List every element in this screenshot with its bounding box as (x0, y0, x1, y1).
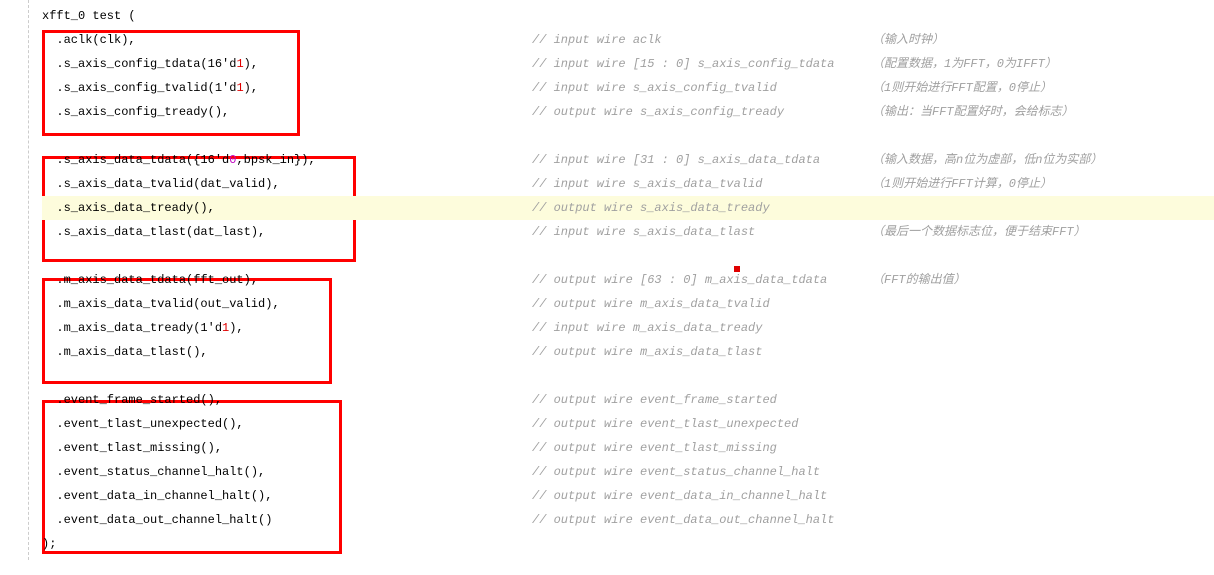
code-line: .event_frame_started(),// output wire ev… (42, 388, 1214, 412)
port-connection: .s_axis_config_tvalid(1'd1), (42, 76, 532, 100)
port-connection: .s_axis_data_tlast(dat_last), (42, 220, 532, 244)
code-line: .event_data_in_channel_halt(),// output … (42, 484, 1214, 508)
port-note: （配置数据，1为FFT，0为IFFT） (872, 57, 1057, 71)
port-comment: // output wire event_data_in_channel_hal… (532, 484, 872, 508)
port-connection: .s_axis_data_tvalid(dat_valid), (42, 172, 532, 196)
gutter (0, 0, 29, 560)
code-line: .event_tlast_unexpected(),// output wire… (42, 412, 1214, 436)
port-note: （最后一个数据标志位，便于结束FFT） (872, 225, 1086, 239)
code-line (42, 364, 1214, 388)
code-line: .event_tlast_missing(),// output wire ev… (42, 436, 1214, 460)
port-comment: // input wire s_axis_config_tvalid (532, 76, 872, 100)
code-line: .s_axis_data_tlast(dat_last),// input wi… (42, 220, 1214, 244)
code-line: .m_axis_data_tdata(fft_out),// output wi… (42, 268, 1214, 292)
code-line: .aclk(clk),// input wire aclk（输入时钟） (42, 28, 1214, 52)
port-connection: .s_axis_data_tdata({16'd0,bpsk_in}), (42, 148, 532, 172)
code-line: .s_axis_config_tvalid(1'd1),// input wir… (42, 76, 1214, 100)
code-line: .s_axis_config_tdata(16'd1),// input wir… (42, 52, 1214, 76)
port-connection: .m_axis_data_tvalid(out_valid), (42, 292, 532, 316)
port-comment: // output wire event_tlast_missing (532, 436, 872, 460)
port-comment: // output wire event_frame_started (532, 388, 872, 412)
port-comment: // input wire s_axis_data_tlast (532, 220, 872, 244)
code-line: .s_axis_data_tdata({16'd0,bpsk_in}),// i… (42, 148, 1214, 172)
port-comment: // output wire event_data_out_channel_ha… (532, 508, 872, 532)
port-comment: // output wire [63 : 0] m_axis_data_tdat… (532, 268, 872, 292)
code-line: .m_axis_data_tvalid(out_valid),// output… (42, 292, 1214, 316)
port-connection: .m_axis_data_tready(1'd1), (42, 316, 532, 340)
port-connection: .event_data_out_channel_halt() (42, 508, 532, 532)
port-connection: .event_frame_started(), (42, 388, 532, 412)
code-line: ); (42, 532, 1214, 556)
code-line: .event_status_channel_halt(),// output w… (42, 460, 1214, 484)
code-line: .m_axis_data_tready(1'd1),// input wire … (42, 316, 1214, 340)
port-comment: // input wire s_axis_data_tvalid (532, 172, 872, 196)
port-connection: .s_axis_config_tready(), (42, 100, 532, 124)
code-lines: xfft_0 test ( .aclk(clk),// input wire a… (42, 4, 1214, 556)
port-comment: // output wire event_status_channel_halt (532, 460, 872, 484)
code-editor: xfft_0 test ( .aclk(clk),// input wire a… (0, 0, 1214, 560)
port-connection: .s_axis_config_tdata(16'd1), (42, 52, 532, 76)
code-line: xfft_0 test ( (42, 4, 1214, 28)
port-comment: // output wire s_axis_data_tready (532, 196, 872, 220)
port-note: （输入数据，高n位为虚部，低n位为实部） (872, 153, 1102, 167)
port-comment: // input wire aclk (532, 28, 872, 52)
port-comment: // output wire m_axis_data_tlast (532, 340, 872, 364)
port-note: （1则开始进行FFT计算，0停止） (872, 177, 1052, 191)
port-connection: .m_axis_data_tdata(fft_out), (42, 268, 532, 292)
port-comment: // input wire [15 : 0] s_axis_config_tda… (532, 52, 872, 76)
port-connection: .s_axis_data_tready(), (42, 196, 532, 220)
code-line (42, 124, 1214, 148)
port-comment: // output wire m_axis_data_tvalid (532, 292, 872, 316)
code-line: .s_axis_data_tready(),// output wire s_a… (42, 196, 1214, 220)
code-line: .event_data_out_channel_halt()// output … (42, 508, 1214, 532)
port-connection: .event_tlast_missing(), (42, 436, 532, 460)
port-connection: .m_axis_data_tlast(), (42, 340, 532, 364)
port-comment: // input wire [31 : 0] s_axis_data_tdata (532, 148, 872, 172)
port-note: （输入时钟） (872, 33, 944, 47)
port-comment: // output wire s_axis_config_tready (532, 100, 872, 124)
code-line: .s_axis_config_tready(),// output wire s… (42, 100, 1214, 124)
port-connection: .event_status_channel_halt(), (42, 460, 532, 484)
port-note: （1则开始进行FFT配置，0停止） (872, 81, 1052, 95)
code-line: .s_axis_data_tvalid(dat_valid),// input … (42, 172, 1214, 196)
port-connection: .event_tlast_unexpected(), (42, 412, 532, 436)
code-line: .m_axis_data_tlast(),// output wire m_ax… (42, 340, 1214, 364)
cursor-mark (734, 266, 740, 272)
port-note: （输出：当FFT配置好时，会给标志） (872, 105, 1074, 119)
port-connection: .aclk(clk), (42, 28, 532, 52)
port-connection: .event_data_in_channel_halt(), (42, 484, 532, 508)
port-note: （FFT的输出值） (872, 273, 966, 287)
port-comment: // output wire event_tlast_unexpected (532, 412, 872, 436)
port-comment: // input wire m_axis_data_tready (532, 316, 872, 340)
code-line (42, 244, 1214, 268)
